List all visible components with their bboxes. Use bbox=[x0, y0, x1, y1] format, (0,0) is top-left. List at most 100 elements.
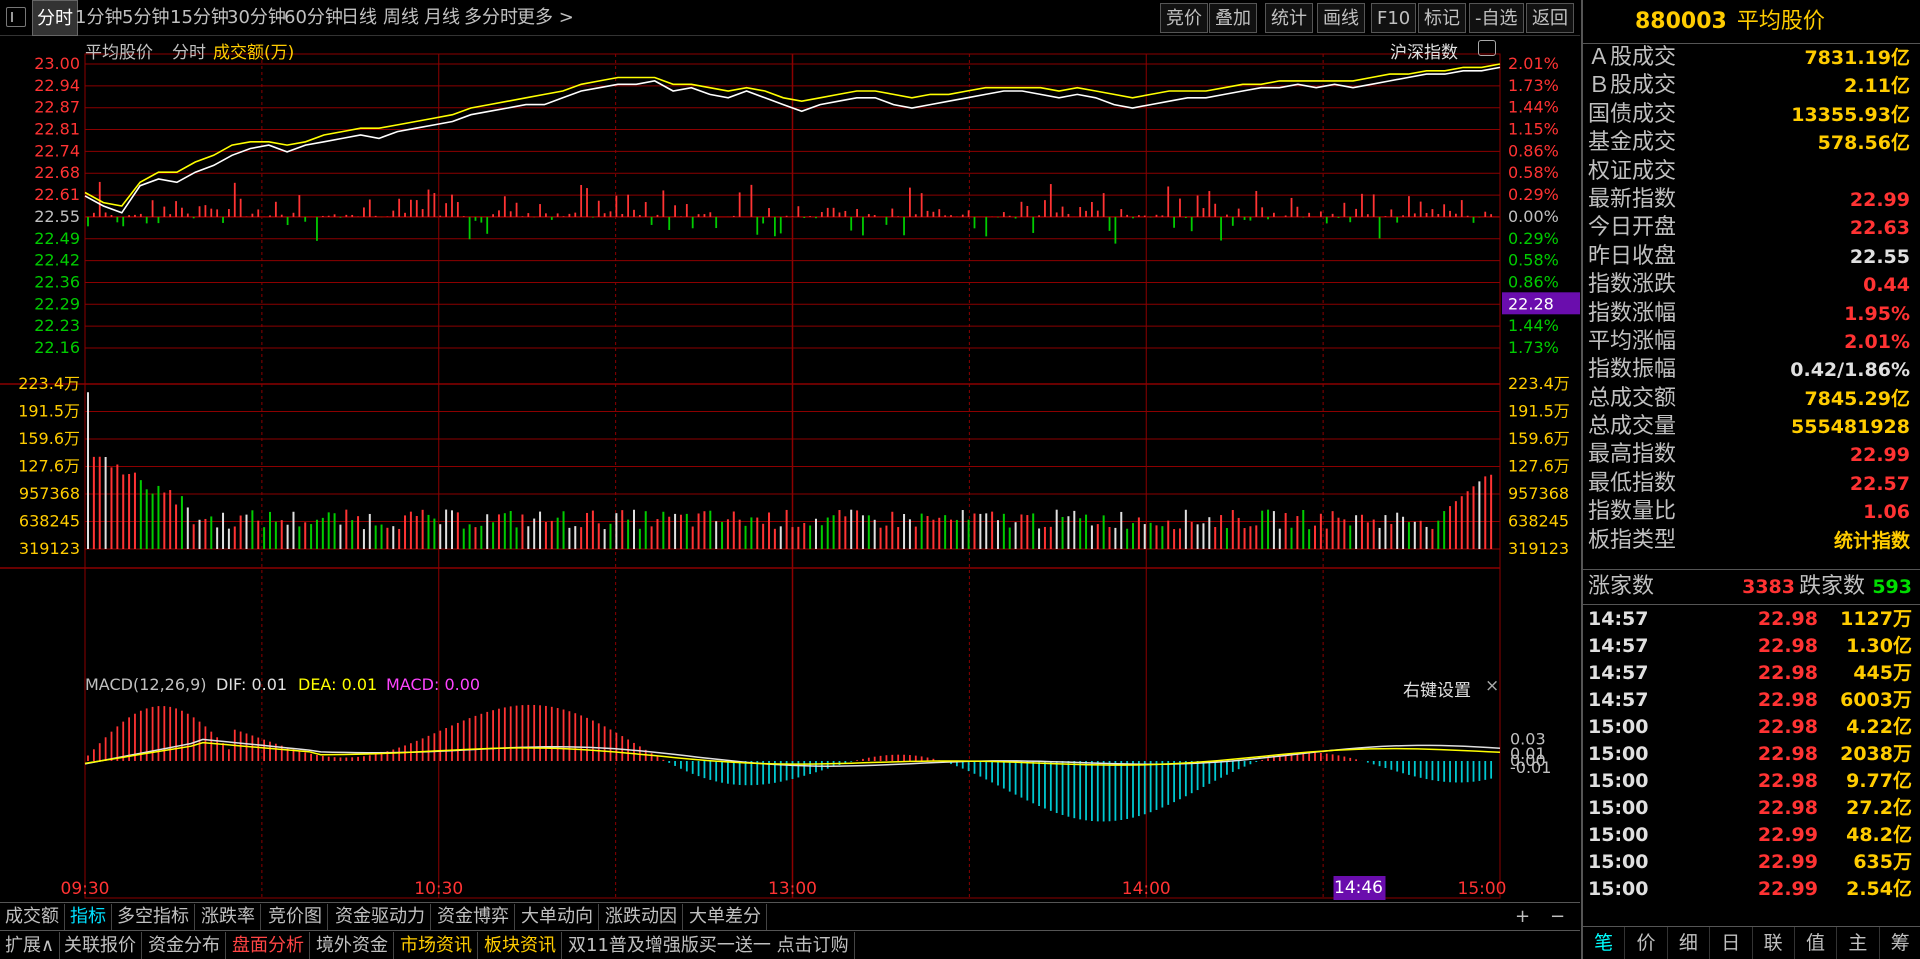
volume-tick-label: 957368 bbox=[19, 484, 80, 503]
price-tick-label: 22.94 bbox=[34, 76, 80, 95]
auction-button[interactable]: 竞价 bbox=[1160, 3, 1208, 33]
price-tick-label: 22.49 bbox=[34, 229, 80, 248]
expand-button[interactable]: 扩展∧ bbox=[0, 932, 61, 959]
tab-amount[interactable]: 成交额 bbox=[0, 904, 65, 930]
price-tick-label: 22.61 bbox=[34, 185, 80, 204]
stat-row: Ａ股成交 7831.19亿 bbox=[1583, 44, 1920, 72]
draw-button[interactable]: 画线 bbox=[1317, 3, 1365, 33]
sector-news-link[interactable]: 板块资讯 bbox=[479, 932, 562, 959]
stats-button[interactable]: 统计 bbox=[1265, 3, 1313, 33]
fund-distribution-link[interactable]: 资金分布 bbox=[143, 932, 226, 959]
window-menu-icon[interactable] bbox=[6, 7, 26, 27]
stat-value: 1.95% bbox=[1844, 302, 1910, 325]
stat-value: 578.56亿 bbox=[1817, 132, 1910, 155]
panel-tab[interactable]: 日 bbox=[1710, 927, 1753, 959]
stat-row: 平均涨幅 2.01% bbox=[1583, 328, 1920, 356]
mark-button[interactable]: 标记 bbox=[1418, 3, 1466, 33]
stat-label: 最高指数 bbox=[1588, 442, 1677, 468]
right-click-settings[interactable]: 右键设置 bbox=[1403, 676, 1471, 701]
amount-bars bbox=[87, 392, 1493, 549]
tab-daily[interactable]: 日线 bbox=[341, 0, 377, 36]
tick-price: 22.98 bbox=[1757, 770, 1818, 792]
volume-tick-label-right: 191.5万 bbox=[1508, 402, 1570, 421]
chart-name: 平均股价 bbox=[85, 43, 153, 63]
panel-tab[interactable]: 筹 bbox=[1880, 927, 1920, 959]
tick-row: 15:00 22.99 2.54亿 bbox=[1583, 876, 1920, 903]
stat-value: 22.99 bbox=[1849, 444, 1910, 467]
stat-row: 指数涨跌 0.44 bbox=[1583, 271, 1920, 299]
amount-label: 成交额(万) bbox=[213, 43, 295, 63]
stat-row: 基金成交 578.56亿 bbox=[1583, 129, 1920, 157]
panel-tab[interactable]: 价 bbox=[1625, 927, 1668, 959]
market-analysis-link[interactable]: 盘面分析 bbox=[227, 932, 310, 959]
volume-tick-label: 319123 bbox=[19, 539, 80, 558]
f10-button[interactable]: F10 bbox=[1371, 3, 1417, 33]
tab-minute[interactable]: 分时 bbox=[32, 0, 78, 36]
stat-label: Ｂ股成交 bbox=[1588, 73, 1677, 99]
tick-amount: 2.54亿 bbox=[1846, 878, 1912, 900]
tab-60min[interactable]: 60分钟 bbox=[284, 0, 343, 36]
panel-tab[interactable]: 笔 bbox=[1583, 927, 1626, 959]
tab-rise-fall-cause[interactable]: 涨跌动因 bbox=[600, 904, 683, 930]
quote-panel: 880003 平均股价 Ａ股成交 7831.19亿 Ｂ股成交 2.11亿 国债成交 1335… bbox=[1581, 0, 1920, 959]
panel-tab[interactable]: 细 bbox=[1668, 927, 1711, 959]
time-tick-label: 09:30 bbox=[61, 879, 110, 899]
tab-more[interactable]: 更多 > bbox=[517, 0, 574, 36]
tab-1min[interactable]: 1分钟 bbox=[75, 0, 122, 36]
tab-big-order-diff[interactable]: 大单差分 bbox=[684, 904, 767, 930]
time-tick-label: 14:00 bbox=[1122, 879, 1171, 899]
market-news-link[interactable]: 市场资讯 bbox=[395, 932, 478, 959]
tab-monthly[interactable]: 月线 bbox=[424, 0, 460, 36]
expand-icon[interactable] bbox=[1478, 40, 1496, 56]
tab-fund-game[interactable]: 资金博弈 bbox=[432, 904, 515, 930]
price-tick-label: 22.81 bbox=[34, 120, 80, 139]
tab-indicator[interactable]: 指标 bbox=[65, 904, 112, 930]
back-button[interactable]: 返回 bbox=[1526, 3, 1574, 33]
volume-tick-label: 127.6万 bbox=[18, 457, 80, 476]
volume-tick-label-right: 957368 bbox=[1508, 484, 1569, 503]
stat-value: 22.57 bbox=[1849, 472, 1910, 495]
tab-5min[interactable]: 5分钟 bbox=[122, 0, 169, 36]
stat-label: Ａ股成交 bbox=[1588, 45, 1677, 70]
price-tick-label: 23.00 bbox=[34, 54, 80, 73]
watchlist-button[interactable]: -自选 bbox=[1469, 3, 1524, 33]
close-icon[interactable]: × bbox=[1485, 676, 1499, 696]
tick-amount: 2038万 bbox=[1840, 743, 1912, 765]
tick-amount: 635万 bbox=[1853, 851, 1912, 873]
tab-rise-fall-rate[interactable]: 涨跌率 bbox=[196, 904, 261, 930]
intraday-chart[interactable]: 23.00 22.94 22.87 22.81 22.74 22.68 22.61 22.55… bbox=[0, 36, 1580, 906]
tick-time: 15:00 bbox=[1588, 797, 1649, 819]
tab-weekly[interactable]: 周线 bbox=[383, 0, 419, 36]
zoom-in-button[interactable]: + bbox=[1510, 904, 1535, 930]
panel-title: 880003 平均股价 bbox=[1583, 0, 1920, 44]
foreign-fund-link[interactable]: 境外资金 bbox=[311, 932, 394, 959]
stat-label: 今日开盘 bbox=[1588, 215, 1677, 241]
tab-15min[interactable]: 15分钟 bbox=[170, 0, 229, 36]
stat-label: 最新指数 bbox=[1588, 186, 1677, 212]
tick-price: 22.99 bbox=[1757, 878, 1818, 900]
panel-tab[interactable]: 值 bbox=[1795, 927, 1838, 959]
index-selector-button[interactable]: 沪深指数 bbox=[1390, 38, 1458, 63]
pct-tick-label: 1.44% bbox=[1508, 98, 1559, 117]
tab-big-order[interactable]: 大单动向 bbox=[516, 904, 599, 930]
tab-fund-drive[interactable]: 资金驱动力 bbox=[330, 904, 431, 930]
related-quote-link[interactable]: 关联报价 bbox=[59, 932, 142, 959]
breadth-row: 涨家数 3383 跌家数 593 bbox=[1583, 569, 1920, 605]
stat-row: 指数振幅 0.42/1.86% bbox=[1583, 356, 1920, 384]
overlay-button[interactable]: 叠加 bbox=[1209, 3, 1257, 33]
stat-label: 总成交额 bbox=[1588, 385, 1677, 411]
tick-row: 15:00 22.98 4.22亿 bbox=[1583, 714, 1920, 741]
volume-tick-label: 159.6万 bbox=[18, 429, 80, 448]
pct-tick-label: 1.15% bbox=[1508, 120, 1559, 139]
tab-auction-chart[interactable]: 竞价图 bbox=[263, 904, 328, 930]
promo-link[interactable]: 双11普及增强版买一送一 点击订购 bbox=[563, 932, 855, 959]
tab-multi-day[interactable]: 多分时 bbox=[464, 0, 518, 36]
macd-title: MACD(12,26,9) bbox=[85, 675, 207, 694]
tab-30min[interactable]: 30分钟 bbox=[227, 0, 286, 36]
pct-tick-label: 0.29% bbox=[1508, 229, 1559, 248]
panel-tab[interactable]: 联 bbox=[1753, 927, 1795, 959]
tab-long-short[interactable]: 多空指标 bbox=[112, 904, 195, 930]
stat-value: 1.06 bbox=[1863, 501, 1910, 524]
zoom-out-button[interactable]: − bbox=[1545, 904, 1570, 930]
panel-tab[interactable]: 主 bbox=[1837, 927, 1880, 959]
